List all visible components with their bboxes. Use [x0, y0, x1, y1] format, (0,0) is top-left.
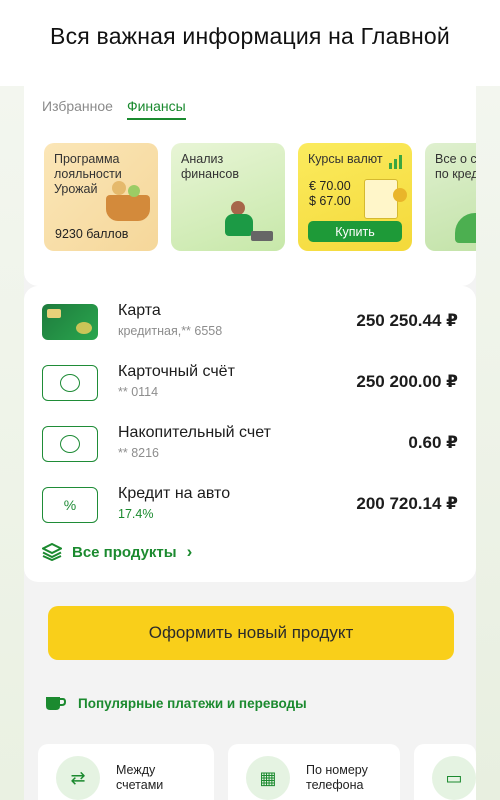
basket-icon	[106, 181, 150, 221]
tile-analysis[interactable]: Анализ финансов	[171, 143, 285, 251]
tile-credit-title: Все о ст по кред	[435, 152, 476, 181]
chevron-right-icon: ›	[186, 542, 193, 561]
coins-icon	[42, 365, 98, 401]
account-row-savings[interactable]: Накопительный счет ** 8216 0.60 ₽	[24, 413, 476, 473]
quick-action-label-line1: Между	[116, 763, 156, 777]
account-sub: ** 0114	[118, 385, 159, 399]
tab-finance[interactable]: Финансы	[126, 98, 186, 120]
account-row-auto-loan[interactable]: % Кредит на авто 17.4% 200 720.14 ₽	[24, 474, 476, 534]
buy-currency-button[interactable]: Купить	[308, 221, 402, 242]
account-sub: кредитная,** 6558	[118, 324, 223, 338]
currency-rates: € 70.00 $ 67.00	[309, 179, 351, 209]
quick-action-between-accounts[interactable]: ⇄ Между счетами	[38, 744, 214, 800]
plant-icon	[455, 213, 476, 243]
cards-icon: ▭	[432, 756, 476, 800]
promo-title: Вся важная информация на Главной	[50, 22, 450, 49]
promo-header: Вся важная информация на Главной	[0, 0, 500, 86]
account-rate: 17.4%	[118, 507, 154, 521]
credit-card-icon	[42, 304, 98, 340]
quick-action-label-line2: счетами	[116, 778, 164, 792]
account-name: Карточный счёт	[118, 363, 235, 380]
app-screen: Избранное Финансы Программа лояльности У…	[24, 86, 476, 800]
popular-payments-label: Популярные платежи и переводы	[78, 695, 307, 711]
account-name: Кредит на авто	[118, 485, 231, 502]
quick-action-by-phone[interactable]: ▦ По номеру телефона	[228, 744, 400, 800]
all-products-link[interactable]: Все продукты ›	[42, 542, 192, 562]
tiles-carousel[interactable]: Программа лояльности Урожай 9230 баллов …	[44, 143, 476, 253]
account-amount: 250 250.44 ₽	[356, 311, 458, 330]
account-sub: ** 8216	[118, 446, 160, 460]
shortcuts-panel: Избранное Финансы Программа лояльности У…	[24, 86, 476, 286]
cup-icon	[46, 697, 66, 710]
account-amount: 0.60 ₽	[408, 433, 458, 452]
account-amount: 200 720.14 ₽	[356, 494, 458, 513]
popular-payments-header[interactable]: Популярные платежи и переводы	[44, 694, 307, 712]
quick-actions: ⇄ Между счетами ▦ По номеру телефона ▭	[38, 744, 476, 800]
account-row-card-account[interactable]: Карточный счёт ** 0114 250 200.00 ₽	[24, 352, 476, 412]
tab-favorites[interactable]: Избранное	[42, 98, 113, 120]
layers-icon	[42, 543, 62, 561]
account-amount: 250 200.00 ₽	[356, 372, 458, 391]
quick-action-label-line2: телефона	[306, 778, 364, 792]
account-name: Карта	[118, 302, 161, 319]
tile-credit-info[interactable]: Все о ст по кред	[425, 143, 476, 251]
document-coin-icon	[364, 179, 407, 219]
tile-loyalty-points: 9230 баллов	[55, 227, 129, 241]
laptop-icon	[251, 231, 273, 241]
background-left	[0, 86, 26, 800]
account-name: Накопительный счет	[118, 424, 271, 441]
quick-action-label: Между счетами	[116, 763, 163, 793]
all-products-label: Все продукты	[72, 543, 177, 561]
tile-loyalty[interactable]: Программа лояльности Урожай 9230 баллов	[44, 143, 158, 251]
quick-action-label-line1: По номеру	[306, 763, 368, 777]
tile-analysis-title: Анализ финансов	[181, 152, 240, 181]
background-right	[474, 86, 500, 800]
accounts-list: Карта кредитная,** 6558 250 250.44 ₽ Кар…	[24, 286, 476, 582]
tabs: Избранное Финансы	[42, 98, 186, 120]
rate-eur: € 70.00	[309, 179, 351, 193]
new-product-button[interactable]: Оформить новый продукт	[48, 606, 454, 660]
quick-action-label: По номеру телефона	[306, 763, 368, 793]
phone-icon: ▦	[246, 756, 290, 800]
coins-icon	[42, 426, 98, 462]
bar-chart-icon	[389, 155, 402, 169]
rate-usd: $ 67.00	[309, 194, 351, 208]
transfer-arrows-icon: ⇄	[56, 756, 100, 800]
percent-icon: %	[42, 487, 98, 523]
quick-action-cards[interactable]: ▭	[414, 744, 476, 800]
account-row-card[interactable]: Карта кредитная,** 6558 250 250.44 ₽	[24, 291, 476, 351]
tile-currency[interactable]: Курсы валют € 70.00 $ 67.00 Купить	[298, 143, 412, 251]
tile-currency-title: Курсы валют	[308, 152, 383, 166]
